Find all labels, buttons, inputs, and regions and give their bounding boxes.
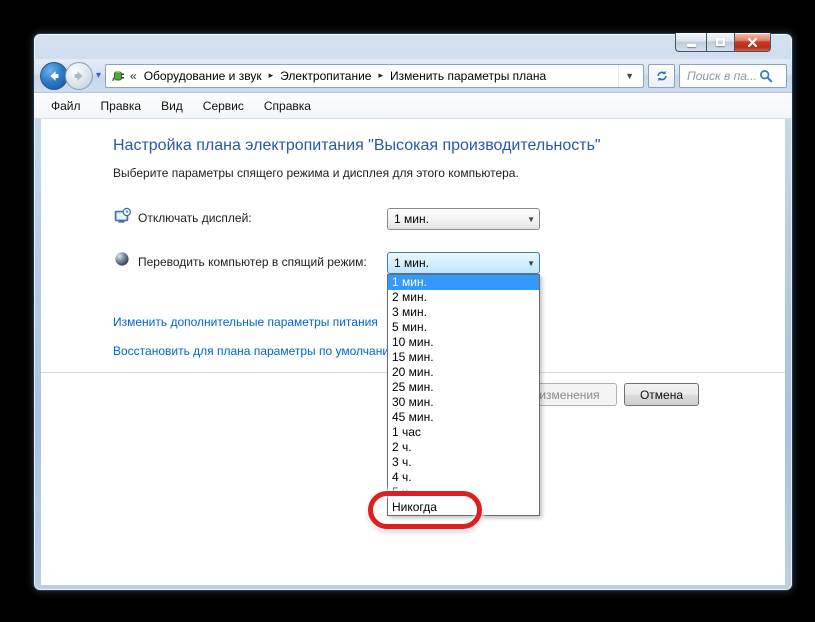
maximize-icon — [716, 38, 725, 46]
address-dropdown-icon[interactable]: ▼ — [618, 64, 640, 87]
menu-file[interactable]: Файл — [41, 95, 91, 117]
refresh-button[interactable] — [648, 63, 675, 88]
maximize-button[interactable] — [706, 33, 735, 52]
chevron-down-icon: ▼ — [527, 214, 535, 224]
back-arrow-icon — [50, 70, 59, 81]
title-bar[interactable] — [34, 33, 792, 59]
cancel-button[interactable]: Отмена — [624, 383, 699, 406]
close-icon — [748, 37, 757, 47]
power-plug-icon — [112, 71, 125, 81]
dropdown-option[interactable]: 10 мин. — [388, 335, 539, 350]
minimize-icon — [686, 43, 696, 47]
dropdown-option[interactable]: 45 мин. — [388, 410, 539, 425]
sleep-timeout-label: Переводить компьютер в спящий режим: — [138, 255, 367, 269]
dropdown-option[interactable]: 20 мин. — [388, 365, 539, 380]
sleep-timeout-combobox[interactable]: 1 мин. ▼ — [387, 252, 540, 274]
menu-help[interactable]: Справка — [254, 95, 321, 117]
explorer-window: ▾ « Оборудование и звук ▸ Электропитание… — [33, 33, 793, 591]
navigation-bar: ▾ « Оборудование и звук ▸ Электропитание… — [34, 59, 792, 93]
close-button[interactable] — [735, 33, 771, 52]
menu-tools[interactable]: Сервис — [193, 95, 254, 117]
back-button[interactable] — [40, 61, 68, 90]
display-timeout-combobox[interactable]: 1 мин. ▼ — [387, 208, 540, 230]
turn-off-display-label: Отключать дисплей: — [138, 211, 252, 225]
dropdown-option[interactable]: 1 час — [388, 425, 539, 440]
dropdown-option[interactable]: 3 ч. — [388, 455, 539, 470]
search-box[interactable] — [679, 63, 787, 88]
menu-edit[interactable]: Правка — [91, 95, 152, 117]
forward-button[interactable] — [65, 61, 93, 90]
dropdown-option[interactable]: 1 мин. — [388, 275, 539, 290]
chevron-down-icon: ▼ — [527, 258, 535, 268]
display-clock-icon — [114, 207, 132, 223]
sleep-moon-icon — [115, 252, 129, 266]
menu-bar: Файл Правка Вид Сервис Справка — [34, 93, 792, 119]
dropdown-option[interactable]: 2 ч. — [388, 440, 539, 455]
dropdown-option[interactable]: 2 мин. — [388, 290, 539, 305]
breadcrumb-item-power-options[interactable]: Электропитание — [278, 69, 373, 83]
breadcrumb-item-edit-plan[interactable]: Изменить параметры плана — [388, 69, 548, 83]
advanced-power-settings-link[interactable]: Изменить дополнительные параметры питани… — [113, 315, 378, 329]
caption-buttons — [675, 33, 771, 52]
search-input[interactable] — [687, 68, 759, 83]
dropdown-option[interactable]: 5 мин. — [388, 320, 539, 335]
search-icon[interactable] — [759, 69, 773, 83]
forward-arrow-icon — [74, 70, 83, 81]
sleep-timeout-value: 1 мин. — [394, 256, 429, 270]
restore-defaults-link[interactable]: Восстановить для плана параметры по умол… — [113, 344, 398, 358]
breadcrumb-separator-icon: ▸ — [268, 70, 274, 80]
menu-view[interactable]: Вид — [151, 95, 193, 117]
page-subtitle: Выберите параметры спящего режима и дисп… — [113, 166, 519, 180]
breadcrumb-item-hardware-sound[interactable]: Оборудование и звук — [142, 69, 264, 83]
dropdown-option[interactable]: 3 мин. — [388, 305, 539, 320]
dropdown-option[interactable]: 30 мин. — [388, 395, 539, 410]
dropdown-option[interactable]: 15 мин. — [388, 350, 539, 365]
dropdown-option[interactable]: 4 ч. — [388, 470, 539, 485]
recent-pages-dropdown[interactable]: ▾ — [96, 70, 101, 81]
refresh-icon — [656, 70, 667, 81]
display-timeout-value: 1 мин. — [394, 212, 429, 226]
breadcrumb-overflow[interactable]: « — [130, 69, 137, 83]
annotation-ellipse — [368, 491, 482, 529]
address-bar[interactable]: « Оборудование и звук ▸ Электропитание ▸… — [105, 63, 644, 88]
minimize-button[interactable] — [675, 33, 706, 52]
client-area: Настройка плана электропитания "Высокая … — [41, 119, 785, 585]
dropdown-option[interactable]: 25 мин. — [388, 380, 539, 395]
sleep-timeout-dropdown-list: 1 мин. 2 мин. 3 мин. 5 мин. 10 мин. 15 м… — [387, 274, 540, 516]
breadcrumb-separator-icon: ▸ — [378, 70, 384, 80]
page-title: Настройка плана электропитания "Высокая … — [113, 137, 601, 154]
